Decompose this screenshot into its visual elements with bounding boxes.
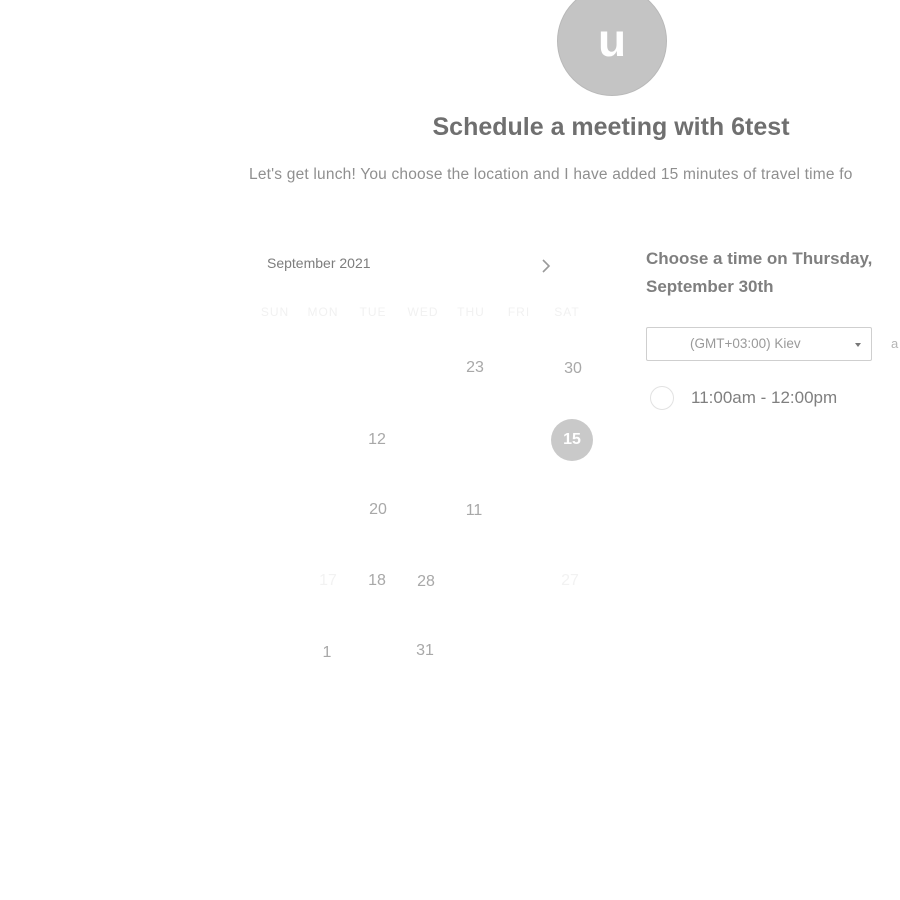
weekday-sun: SUN <box>260 305 290 319</box>
calendar-day[interactable]: 1 <box>306 632 348 674</box>
calendar-day[interactable]: 28 <box>405 561 447 603</box>
calendar-day[interactable]: 17 <box>307 560 349 602</box>
weekday-wed: WED <box>407 305 439 319</box>
calendar-day[interactable]: 20 <box>357 489 399 531</box>
calendar-day[interactable]: 31 <box>404 630 446 672</box>
avatar-initial: u <box>597 14 627 66</box>
caret-down-icon <box>855 343 861 347</box>
calendar-day[interactable]: 27 <box>549 560 591 602</box>
time-selection-heading: Choose a time on Thursday, September 30t… <box>646 249 873 296</box>
timezone-select[interactable]: (GMT+03:00) Kiev <box>646 327 872 361</box>
calendar-day[interactable]: 18 <box>356 560 398 602</box>
chevron-right-icon <box>542 259 551 273</box>
weekday-tue: TUE <box>359 305 387 319</box>
next-month-button[interactable] <box>535 255 557 277</box>
calendar-day[interactable]: 23 <box>454 347 496 389</box>
page-subtitle: Let's get lunch! You choose the location… <box>249 166 853 183</box>
time-slot-option[interactable]: 11:00am - 12:00pm <box>650 384 837 412</box>
timezone-extra-text: a <box>891 336 899 351</box>
radio-button[interactable] <box>650 386 674 410</box>
calendar-day-selected[interactable]: 15 <box>551 419 593 461</box>
calendar-day[interactable]: 11 <box>453 490 495 532</box>
timezone-value: (GMT+03:00) Kiev <box>690 336 801 351</box>
time-slot-label: 11:00am - 12:00pm <box>691 388 838 407</box>
avatar: u <box>557 0 667 96</box>
weekday-sat: SAT <box>554 305 580 319</box>
weekday-thu: THU <box>457 305 485 319</box>
weekday-mon: MON <box>307 305 339 319</box>
calendar-month-label: September 2021 <box>267 255 371 271</box>
scheduling-page: u Schedule a meeting with 6test Let's ge… <box>0 0 900 900</box>
page-title: Schedule a meeting with 6test <box>432 113 790 141</box>
calendar-day[interactable]: 12 <box>356 419 398 461</box>
weekday-fri: FRI <box>507 305 531 319</box>
calendar-day[interactable]: 30 <box>552 348 594 390</box>
